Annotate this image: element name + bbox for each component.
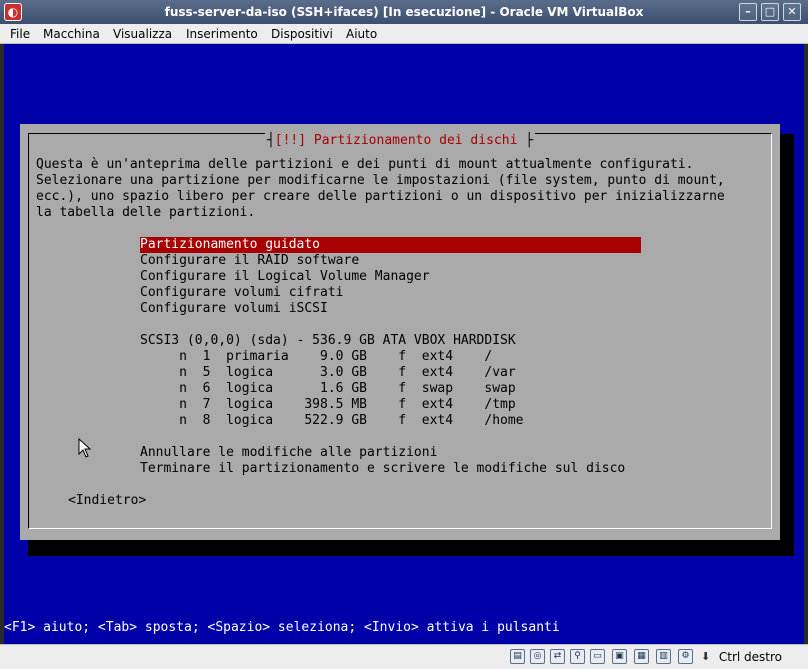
action-undo-changes[interactable]: Annullare le modifiche alle partizioni [140,445,437,461]
shared-folder-icon[interactable]: ▭ [590,649,605,664]
display-icon[interactable]: ▣ [612,649,627,664]
partition-row[interactable]: n 6 logica 1.6 GB f swap swap [140,381,516,397]
arrow-icon[interactable]: ⬇ [701,649,717,665]
host-key-label: Ctrl destro [718,650,782,664]
close-button[interactable]: ✕ [783,3,801,21]
status-bar: ▤ ◎ ⇄ ⚲ ▭ ▣ ▦ ▥ ⚙ ⬇ Ctrl destro [0,644,808,669]
option-software-raid[interactable]: Configurare il RAID software [140,253,359,269]
option-lvm[interactable]: Configurare il Logical Volume Manager [140,269,430,285]
intro-line: ecc.), uno spazio libero per creare dell… [36,189,725,204]
minimize-button[interactable]: – [739,3,757,21]
menu-macchina[interactable]: Macchina [43,27,100,41]
menu-inserimento[interactable]: Inserimento [186,27,258,41]
window-titlebar: ◐ fuss-server-da-iso (SSH+ifaces) [In es… [0,0,808,24]
window-title: fuss-server-da-iso (SSH+ifaces) [In esec… [164,5,644,19]
usb-icon[interactable]: ⚲ [570,649,585,664]
menu-aiuto[interactable]: Aiuto [346,27,377,41]
partition-row[interactable]: n 1 primaria 9.0 GB f ext4 / [140,349,492,365]
optical-icon[interactable]: ◎ [530,649,545,664]
maximize-button[interactable]: □ [761,3,779,21]
action-finish-partitioning[interactable]: Terminare il partizionamento e scrivere … [140,461,625,477]
menu-visualizza[interactable]: Visualizza [113,27,172,41]
installer-help-line: <F1> aiuto; <Tab> sposta; <Spazio> selez… [4,620,560,635]
menu-dispositivi[interactable]: Dispositivi [271,27,333,41]
disk-entry[interactable]: SCSI3 (0,0,0) (sda) - 536.9 GB ATA VBOX … [140,333,516,349]
hdd-icon[interactable]: ▤ [510,649,525,664]
recording-icon[interactable]: ▥ [656,649,671,664]
partition-row[interactable]: n 8 logica 522.9 GB f ext4 /home [140,413,523,429]
option-iscsi-volumes[interactable]: Configurare volumi iSCSI [140,301,328,317]
screen-icon[interactable]: ▦ [634,649,649,664]
menu-file[interactable]: File [10,27,30,41]
vm-screen[interactable]: [!!] Partizionamento dei dischi Questa è… [4,44,804,644]
intro-line: Selezionare una partizione per modificar… [36,173,725,188]
cpu-icon[interactable]: ⚙ [678,649,693,664]
intro-line: Questa è un'anteprima delle partizioni e… [36,157,694,172]
partition-row[interactable]: n 5 logica 3.0 GB f ext4 /var [140,365,516,381]
network-icon[interactable]: ⇄ [550,649,565,664]
mouse-pointer-icon [78,438,92,458]
menu-bar: File Macchina Visualizza Inserimento Dis… [0,24,808,44]
intro-line: la tabella delle partizioni. [36,205,256,220]
partition-row[interactable]: n 7 logica 398.5 MB f ext4 /tmp [140,397,516,413]
partition-dialog: [!!] Partizionamento dei dischi Questa è… [20,124,780,540]
dialog-title: [!!] Partizionamento dei dischi [264,133,536,148]
back-button[interactable]: <Indietro> [68,493,146,509]
option-encrypted-volumes[interactable]: Configurare volumi cifrati [140,285,344,301]
option-guided-partitioning[interactable]: Partizionamento guidato [140,237,641,253]
